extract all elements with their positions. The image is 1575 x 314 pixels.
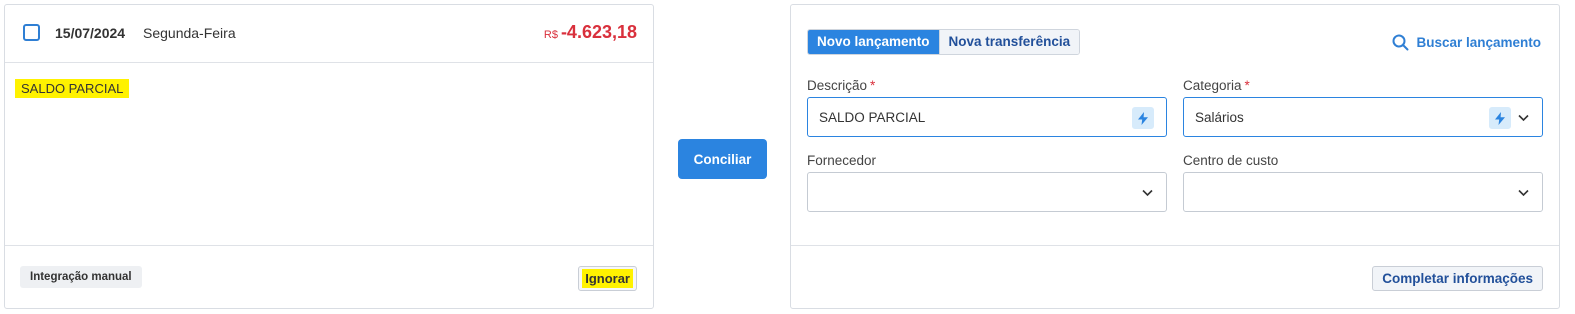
description-input[interactable]: SALDO PARCIAL <box>807 97 1167 137</box>
lightning-icon[interactable] <box>1132 107 1154 129</box>
ignore-button[interactable]: Ignorar <box>578 266 637 291</box>
search-icon <box>1392 34 1409 51</box>
chevron-down-icon[interactable] <box>1517 111 1530 124</box>
cost-center-label: Centro de custo <box>1183 153 1279 168</box>
search-entry-label: Buscar lançamento <box>1416 35 1541 50</box>
ignore-label: Ignorar <box>582 269 633 288</box>
tab-new-transfer[interactable]: Nova transferência <box>938 30 1080 54</box>
transaction-footer: Integração manual Ignorar <box>5 245 653 309</box>
cost-center-select[interactable] <box>1183 172 1543 212</box>
source-tag: Integração manual <box>20 266 142 288</box>
transaction-amount: R$ -4.623,18 <box>544 22 637 43</box>
required-marker: * <box>870 78 876 93</box>
lightning-icon[interactable] <box>1489 107 1511 129</box>
category-label: Categoria * <box>1183 78 1250 93</box>
supplier-label: Fornecedor <box>807 153 877 168</box>
transaction-description: SALDO PARCIAL <box>15 79 130 98</box>
description-label: Descrição * <box>807 78 875 93</box>
description-label-text: Descrição <box>807 78 868 93</box>
bank-transaction-card: 15/07/2024 Segunda-Feira R$ -4.623,18 SAL… <box>4 4 654 309</box>
chevron-down-icon[interactable] <box>1141 186 1154 199</box>
reconcile-button[interactable]: Conciliar <box>678 139 767 179</box>
category-select[interactable]: Salários <box>1183 97 1543 137</box>
transaction-weekday: Segunda-Feira <box>143 25 236 41</box>
description-value: SALDO PARCIAL <box>819 110 926 125</box>
tab-new-entry[interactable]: Novo lançamento <box>808 30 939 54</box>
currency-symbol: R$ <box>543 29 558 41</box>
entry-form-card: Novo lançamento Nova transferência Busca… <box>790 4 1560 309</box>
complete-info-button[interactable]: Completar informações <box>1372 266 1543 291</box>
entry-type-tabs: Novo lançamento Nova transferência <box>807 29 1081 55</box>
required-marker: * <box>1244 78 1250 93</box>
transaction-body: SALDO PARCIAL <box>5 63 653 245</box>
chevron-down-icon[interactable] <box>1517 186 1530 199</box>
entry-form-footer: Completar informações <box>791 245 1559 309</box>
select-checkbox[interactable] <box>23 24 40 41</box>
supplier-select[interactable] <box>807 172 1167 212</box>
category-label-text: Categoria <box>1183 78 1242 93</box>
category-value: Salários <box>1195 110 1244 125</box>
transaction-date: 15/07/2024 <box>55 25 126 41</box>
search-entry-link[interactable]: Buscar lançamento <box>1392 34 1541 51</box>
amount-value: -4.623,18 <box>560 22 637 42</box>
transaction-header: 15/07/2024 Segunda-Feira R$ -4.623,18 <box>5 5 653 63</box>
